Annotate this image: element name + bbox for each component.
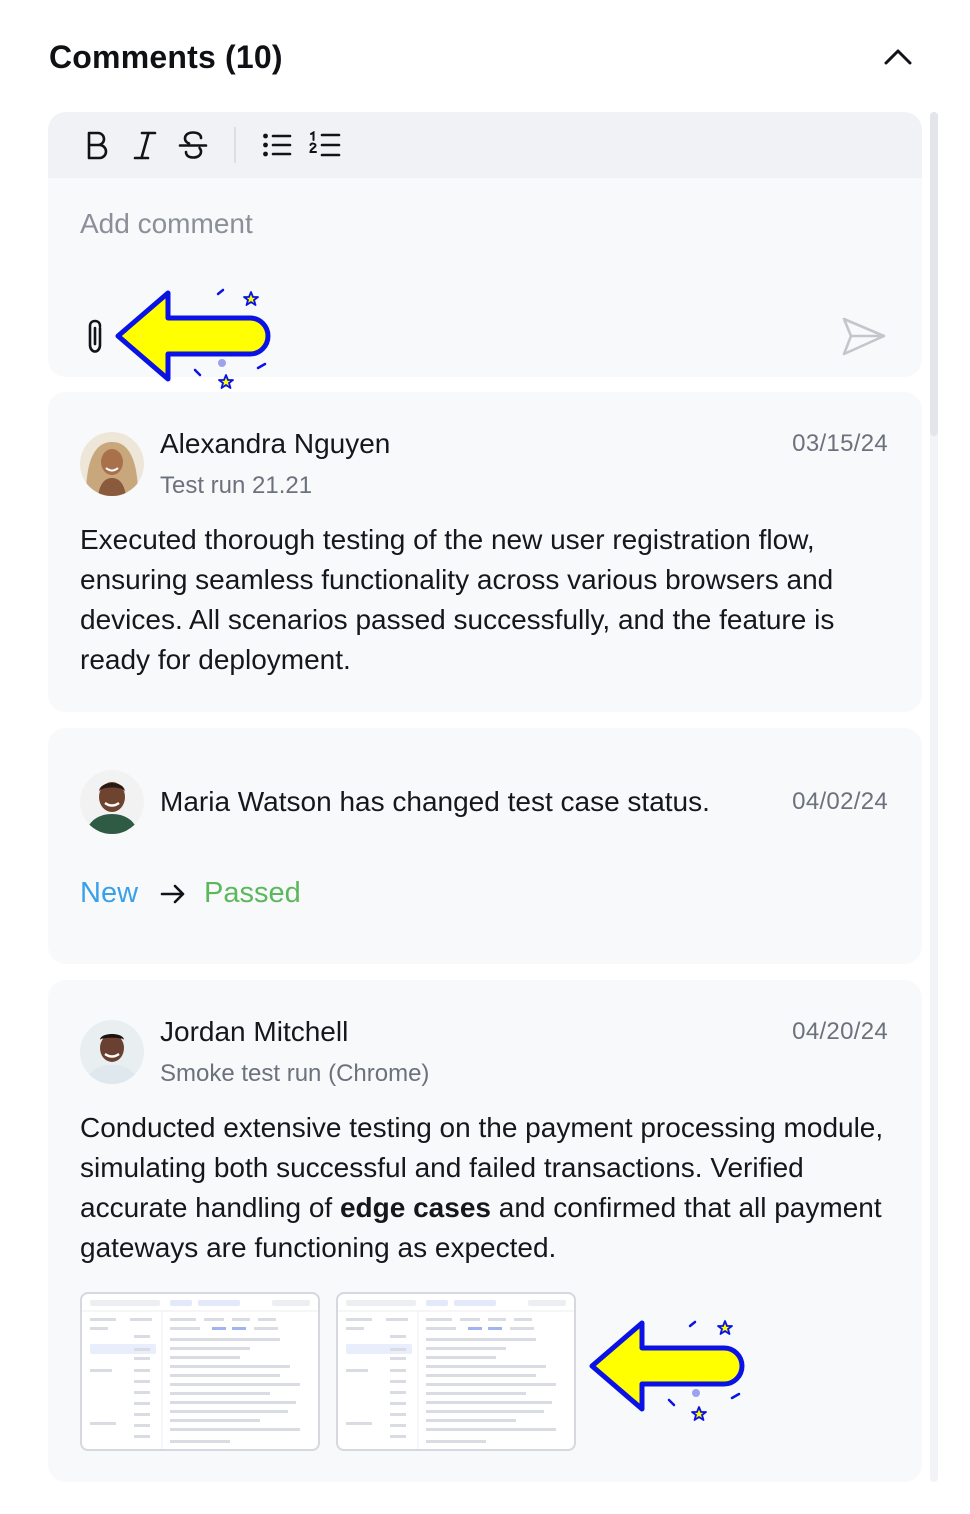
bullet-list-icon <box>263 133 292 157</box>
attachment-thumbnail[interactable] <box>336 1292 576 1451</box>
screenshot-thumbnail-icon <box>338 1300 574 1449</box>
avatar <box>80 1020 144 1084</box>
comment-body: Executed thorough testing of the new use… <box>80 524 835 675</box>
avatar <box>80 432 144 496</box>
attachment-thumbnail[interactable] <box>80 1292 320 1451</box>
highlight-arrow-icon <box>589 1320 745 1421</box>
status-to: Passed <box>204 877 301 909</box>
comment-input[interactable] <box>80 194 860 254</box>
bold-icon <box>87 131 108 160</box>
comment-date: 03/15/24 <box>792 430 888 457</box>
avatar <box>80 770 144 834</box>
status-transition: New Passed <box>80 877 301 910</box>
chevron-up-icon <box>884 49 912 65</box>
comment-author[interactable]: Jordan Mitchell <box>160 1016 348 1048</box>
comment-body: Conducted extensive testing on the payme… <box>80 1108 900 1268</box>
highlight-arrow-icon <box>115 288 271 389</box>
screenshot-thumbnail-icon <box>82 1300 318 1449</box>
comment-body-bold: edge cases <box>339 1192 491 1223</box>
formatting-toolbar <box>48 112 922 178</box>
comment-test-run[interactable]: Test run 21.21 <box>160 472 312 500</box>
comment-card: Jordan Mitchell Smoke test run (Chrome) … <box>48 980 922 1482</box>
status-change-message: Maria Watson has changed test case statu… <box>160 786 710 817</box>
bullet-list-button[interactable] <box>258 126 296 164</box>
status-change-card: Maria Watson has changed test case statu… <box>48 728 922 964</box>
italic-icon <box>133 131 157 160</box>
attach-button[interactable] <box>80 317 112 357</box>
status-from: New <box>80 877 139 909</box>
paperclip-icon <box>88 319 102 353</box>
comments-header: Comments (10) <box>49 32 912 82</box>
comment-card: Alexandra Nguyen Test run 21.21 03/15/24… <box>48 392 922 712</box>
collapse-button[interactable] <box>878 37 918 77</box>
send-button[interactable] <box>838 312 890 362</box>
strikethrough-button[interactable] <box>174 126 212 164</box>
comment-author[interactable]: Alexandra Nguyen <box>160 428 390 460</box>
arrow-right-icon <box>160 884 186 904</box>
send-icon <box>842 317 886 356</box>
scrollbar-thumb[interactable] <box>930 112 938 436</box>
numbered-list-button[interactable] <box>306 126 344 164</box>
toolbar-divider <box>234 127 236 163</box>
italic-button[interactable] <box>126 126 164 164</box>
comment-date: 04/02/24 <box>792 788 888 815</box>
comment-test-run[interactable]: Smoke test run (Chrome) <box>160 1060 429 1088</box>
comment-date: 04/20/24 <box>792 1018 888 1045</box>
comments-title: Comments (10) <box>49 38 283 75</box>
numbered-list-icon <box>309 131 341 157</box>
bold-button[interactable] <box>78 126 116 164</box>
scrollbar-track[interactable] <box>930 112 938 1482</box>
strikethrough-icon <box>178 131 208 159</box>
